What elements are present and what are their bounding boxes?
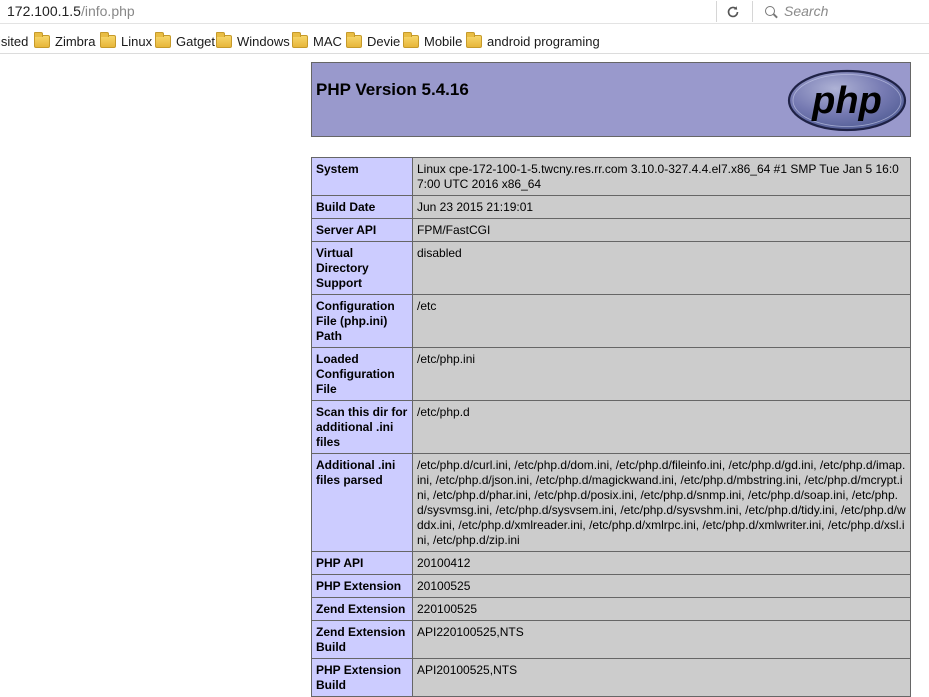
search-input[interactable]: Search	[756, 0, 929, 23]
bookmarks-bar: isited Zimbra Linux Gatget Windows MAC Devie Mo…	[0, 30, 929, 54]
php-logo: php	[787, 69, 907, 132]
table-row: PHP API 20100412	[311, 551, 911, 575]
folder-icon	[346, 32, 362, 48]
row-value: disabled	[412, 241, 911, 295]
table-row: Build Date Jun 23 2015 21:19:01	[311, 195, 911, 219]
bookmark-label: Gatget	[176, 34, 216, 49]
row-value: API20100525,NTS	[412, 658, 911, 697]
folder-icon	[155, 32, 171, 48]
row-value: API220100525,NTS	[412, 620, 911, 659]
row-label: Zend Extension Build	[311, 620, 413, 659]
folder-icon	[403, 32, 419, 48]
table-row: Virtual Directory Support disabled	[311, 241, 911, 295]
table-row: System Linux cpe-172-100-1-5.twcny.res.rr…	[311, 157, 911, 196]
browser-toolbar: 172.100.1.5/info.php Search	[0, 0, 929, 24]
table-row: Additional .ini files parsed/etc/php.d/c…	[311, 453, 911, 552]
folder-icon	[292, 32, 308, 48]
bookmark-label: MAC	[313, 34, 342, 49]
row-label: Virtual Directory Support	[311, 241, 413, 295]
reload-button[interactable]	[718, 0, 748, 23]
url-path: /info.php	[80, 3, 135, 19]
row-value: 20100412	[412, 551, 911, 575]
row-label: PHP API	[311, 551, 413, 575]
divider	[716, 1, 717, 22]
php-info-table: System Linux cpe-172-100-1-5.twcny.res.rr…	[311, 157, 911, 697]
url-host: 172.100.1.5	[7, 3, 81, 19]
bookmark-label: Zimbra	[55, 34, 96, 49]
divider	[752, 1, 753, 22]
php-version-header: PHP Version 5.4.16 php	[311, 62, 911, 137]
row-value: Linux cpe-172-100-1-5.twcny.res.rr.com 3…	[412, 157, 911, 196]
bookmark-label: android programing	[487, 34, 600, 49]
row-value: Jun 23 2015 21:19:01	[412, 195, 911, 219]
row-value: 20100525	[412, 574, 911, 598]
row-label: PHP Extension Build	[311, 658, 413, 697]
table-row: Server API FPM/FastCGI	[311, 218, 911, 242]
row-label: Additional .ini files parsed	[311, 453, 413, 552]
row-label: Zend Extension	[311, 597, 413, 621]
table-row: PHP Extension Build API20100525,NTS	[311, 658, 911, 697]
folder-icon	[216, 32, 232, 48]
reload-icon	[727, 6, 739, 18]
folder-icon	[100, 32, 116, 48]
row-value: /etc	[412, 294, 911, 348]
row-label: Scan this dir for additional .ini files	[311, 400, 413, 454]
row-value: /etc/php.d/curl.ini, /etc/php.d/dom.ini,…	[412, 453, 911, 552]
row-value: /etc/php.d	[412, 400, 911, 454]
table-row: PHP Extension 20100525	[311, 574, 911, 598]
table-row: Scan this dir for additional .ini files /…	[311, 400, 911, 454]
search-placeholder: Search	[784, 3, 829, 19]
row-label: Loaded Configuration File	[311, 347, 413, 401]
page-title: PHP Version 5.4.16	[316, 80, 469, 99]
folder-icon	[466, 32, 482, 48]
row-label: Server API	[311, 218, 413, 242]
row-value: FPM/FastCGI	[412, 218, 911, 242]
row-label: Build Date	[311, 195, 413, 219]
bookmark-label: Mobile	[424, 34, 463, 49]
table-row: Loaded Configuration File/etc/php.ini	[311, 347, 911, 401]
bookmark-label: Windows	[237, 34, 290, 49]
search-icon	[765, 6, 775, 16]
table-row: Zend Extension Build API220100525,NTS	[311, 620, 911, 659]
table-row: Configuration File (php.ini) Path/etc	[311, 294, 911, 348]
row-label: PHP Extension	[311, 574, 413, 598]
row-label: System	[311, 157, 413, 196]
row-value: /etc/php.ini	[412, 347, 911, 401]
bookmark-label: Devie	[367, 34, 401, 49]
php-logo-text: php	[811, 80, 882, 122]
address-bar[interactable]: 172.100.1.5/info.php	[0, 0, 716, 23]
row-label: Configuration File (php.ini) Path	[311, 294, 413, 348]
bookmark-label: isited	[0, 34, 29, 49]
table-row: Zend Extension 220100525	[311, 597, 911, 621]
folder-icon	[34, 32, 50, 48]
row-value: 220100525	[412, 597, 911, 621]
bookmark-label: Linux	[121, 34, 153, 49]
